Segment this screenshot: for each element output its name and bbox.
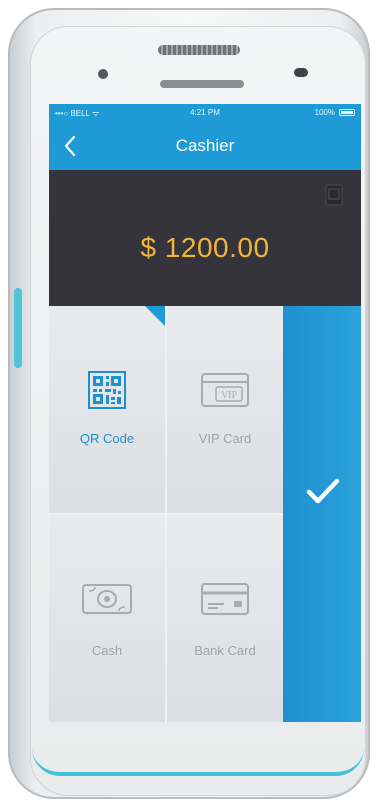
payment-option-qr-code[interactable]: QR Code [49,306,165,513]
payment-option-vip-card[interactable]: VIP VIP Card [167,306,283,513]
amount-total: $ 1200.00 [140,232,270,263]
proximity-sensor [294,68,308,77]
phone-device: •••○ BELL ᯤ 4:21 PM 100% Cashier $ 1200.… [8,8,370,799]
battery-icon [339,109,355,116]
payment-option-label: Cash [91,643,123,658]
payment-option-bank-card[interactable]: Bank Card [167,515,283,722]
svg-text:VIP: VIP [221,390,238,401]
cash-icon [82,584,132,614]
bottom-accent-strip [32,748,364,776]
confirm-button[interactable] [283,306,361,722]
bank-card-icon [201,583,249,615]
sensor-pill [160,80,244,88]
nav-bar: Cashier [49,122,361,170]
scan-icon[interactable] [325,184,343,206]
amount-panel: $ 1200.00 [49,170,361,306]
battery-percent: 100% [314,108,335,117]
payment-option-label: QR Code [79,431,135,446]
front-camera [98,69,108,79]
vip-card-icon: VIP [201,373,249,407]
payment-option-label: VIP Card [198,431,252,446]
earpiece-speaker [158,45,240,55]
page-title: Cashier [175,136,235,155]
selected-corner-tag [145,306,165,326]
status-bar: •••○ BELL ᯤ 4:21 PM 100% [49,104,361,122]
qr-code-icon [88,371,126,409]
payment-option-cash[interactable]: Cash [49,515,165,722]
payment-method-grid: QR Code VIP VIP Card Cash Bank Card [49,306,283,722]
side-button [14,288,22,368]
checkmark-icon [306,478,340,504]
app-screen: •••○ BELL ᯤ 4:21 PM 100% Cashier $ 1200.… [49,104,361,722]
payment-option-label: Bank Card [194,643,256,658]
